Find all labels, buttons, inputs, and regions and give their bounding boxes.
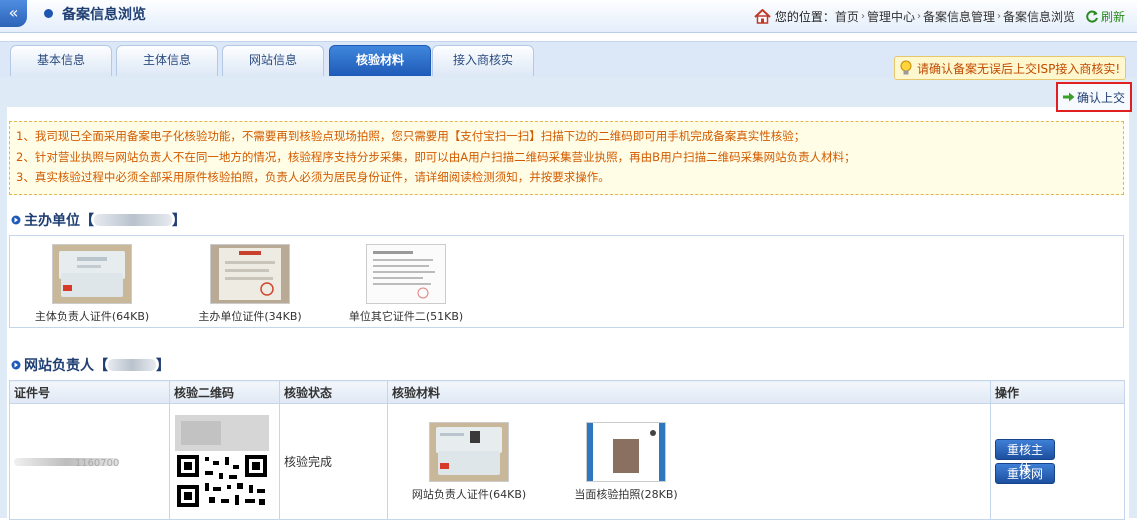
breadcrumb-admin-center[interactable]: 管理中心 — [867, 8, 915, 25]
face-photo-thumbnail — [586, 422, 666, 482]
sponsor-materials-panel: 主体负责人证件(64KB) 主办单位证件(34KB) 单位其它证件二(51KB) — [9, 235, 1124, 328]
business-license-thumbnail — [210, 244, 290, 304]
breadcrumb-separator: › — [916, 11, 921, 22]
materials-cell: 网站负责人证件(64KB) 当面核验拍照(28KB) — [387, 403, 991, 520]
column-header: 核验材料 — [387, 380, 991, 404]
sponsor-material-label: 主体负责人证件(64KB) — [34, 310, 150, 323]
reverify-website-button[interactable]: 重核网站 — [995, 463, 1055, 500]
column-header: 证件号 — [9, 380, 170, 404]
breadcrumb-record-browse: 备案信息浏览 — [1002, 10, 1075, 24]
breadcrumb-record-management[interactable]: 备案信息管理 — [923, 8, 995, 25]
site-owner-table: 证件号 核验二维码 核验状态 核验材料 操作 1160700 核验完成 网站负责… — [9, 380, 1125, 520]
breadcrumb-separator: › — [996, 11, 1001, 22]
warning-text: 请确认备案无误后上交ISP接入商核实! — [917, 61, 1121, 76]
sponsor-title-suffix: 】 — [172, 213, 186, 229]
owner-material-label: 当面核验拍照(28KB) — [574, 488, 678, 501]
column-header: 核验状态 — [279, 380, 388, 404]
breadcrumb: 您的位置： 首页 › 管理中心 › 备案信息管理 › 备案信息浏览 刷新 — [754, 8, 1125, 25]
confirm-submit-label: 确认上交 — [1076, 90, 1125, 105]
breadcrumb-separator: › — [860, 11, 865, 22]
arrow-right-icon — [1062, 92, 1075, 102]
sponsor-title-prefix: 主办单位【 — [24, 213, 94, 229]
reverify-subject-button[interactable]: 重核主体 — [995, 439, 1055, 476]
verification-status: 核验完成 — [284, 455, 333, 469]
redacted-owner-name — [108, 359, 156, 371]
document-thumbnail — [366, 244, 446, 304]
page-title: 备案信息浏览 — [62, 7, 146, 23]
refresh-link[interactable]: 刷新 — [1085, 8, 1125, 25]
column-header: 操作 — [990, 380, 1125, 404]
id-card-thumbnail — [52, 244, 132, 304]
breadcrumb-home[interactable]: 首页 — [835, 8, 859, 25]
warning-message: 请确认备案无误后上交ISP接入商核实! — [894, 56, 1126, 80]
sponsor-material-item[interactable]: 主办单位证件(34KB) — [190, 244, 310, 324]
table-row: 1160700 核验完成 网站负责人证件(64KB) 当面核验拍照(28KB) … — [9, 403, 1125, 520]
section-bullet-icon — [11, 360, 21, 370]
status-cell: 核验完成 — [279, 403, 388, 520]
section-bullet-icon — [11, 215, 21, 225]
id-card-thumbnail — [429, 422, 509, 482]
column-header: 核验二维码 — [169, 380, 280, 404]
redacted-sponsor-name — [94, 214, 172, 226]
refresh-label: 刷新 — [1100, 10, 1125, 24]
notice-line: 3、真实核验过程中必须全部采用原件核验拍照，负责人必须为居民身份证件，请详细阅读… — [16, 170, 610, 184]
site-owner-title-suffix: 】 — [156, 358, 170, 374]
notice-line: 2、针对营业执照与网站负责人不在同一地方的情况，核验程序支持分步采集，即可以由A… — [16, 149, 856, 164]
owner-material-label: 网站负责人证件(64KB) — [411, 488, 527, 501]
top-bar: « 备案信息浏览 您的位置： 首页 › 管理中心 › 备案信息管理 › 备案信息… — [0, 0, 1137, 33]
table-header-row: 证件号 核验二维码 核验状态 核验材料 操作 — [9, 380, 1125, 404]
owner-material-item[interactable]: 网站负责人证件(64KB) — [406, 422, 532, 502]
owner-material-item[interactable]: 当面核验拍照(28KB) — [568, 422, 684, 502]
sponsor-material-label: 单位其它证件二(51KB) — [348, 310, 464, 323]
sponsor-section-title: 主办单位【 】 — [11, 210, 186, 230]
actions-cell: 重核主体 重核网站 — [990, 403, 1125, 520]
sponsor-material-item[interactable]: 单位其它证件二(51KB) — [340, 244, 472, 324]
location-label: 您的位置： — [774, 10, 835, 24]
refresh-icon — [1086, 10, 1098, 22]
tab-basic-info[interactable]: 基本信息 — [10, 45, 112, 76]
site-owner-title-prefix: 网站负责人【 — [24, 358, 108, 374]
site-owner-section-title: 网站负责人【 】 — [11, 355, 170, 375]
collapse-sidebar-button[interactable]: « — [0, 0, 27, 27]
title-bullet-icon — [44, 9, 53, 18]
home-icon — [754, 9, 771, 24]
tab-website-info[interactable]: 网站信息 — [222, 45, 324, 76]
cert-number-cell: 1160700 — [9, 403, 170, 520]
lightbulb-icon — [900, 60, 912, 75]
tab-subject-info[interactable]: 主体信息 — [116, 45, 218, 76]
sponsor-material-label: 主办单位证件(34KB) — [198, 310, 302, 323]
confirm-submit-button[interactable]: 确认上交 — [1056, 82, 1132, 112]
sponsor-material-item[interactable]: 主体负责人证件(64KB) — [30, 244, 154, 324]
notice-line: 1、我司现已全面采用备案电子化核验功能，不需要再到核验点现场拍照，您只需要用【支… — [16, 129, 806, 143]
tab-isp-verification[interactable]: 接入商核实 — [432, 45, 534, 76]
qr-code-cell — [169, 403, 280, 520]
qr-code-icon — [175, 414, 269, 509]
cert-number-visible: 1160700 — [74, 457, 120, 469]
notice-box: 1、我司现已全面采用备案电子化核验功能，不需要再到核验点现场拍照，您只需要用【支… — [9, 121, 1124, 195]
tab-verification-materials[interactable]: 核验材料 — [329, 45, 431, 76]
